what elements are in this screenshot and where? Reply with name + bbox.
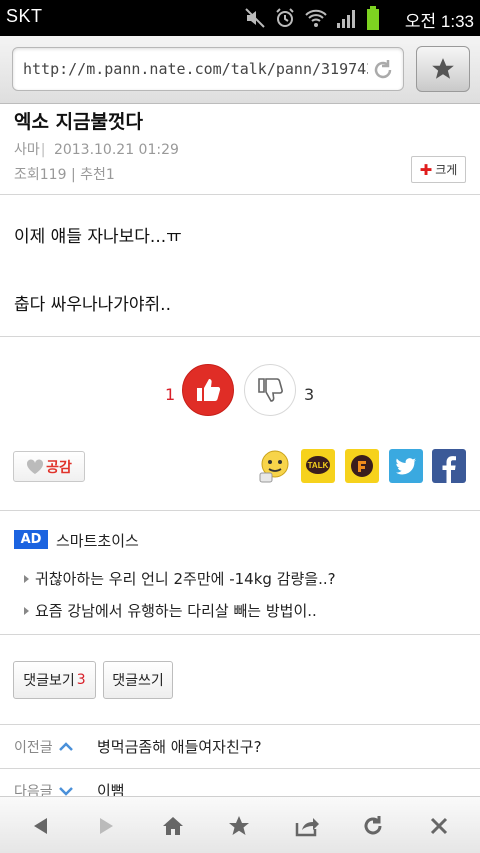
prev-post-title[interactable]: 병먹금좀해 애들여자친구? bbox=[97, 736, 262, 757]
facebook-share-button[interactable] bbox=[432, 449, 466, 483]
bookmark-button[interactable] bbox=[416, 46, 470, 92]
thumbs-down-icon bbox=[258, 378, 283, 402]
close-icon bbox=[430, 817, 448, 835]
heart-icon bbox=[27, 458, 44, 474]
plus-icon: ✚ bbox=[419, 160, 433, 179]
carrier-label: SKT bbox=[6, 6, 43, 26]
emoticon-share-icon bbox=[259, 450, 289, 483]
ad-link-2[interactable]: 요즘 강남에서 유행하는 다리살 빼는 방법이.. bbox=[24, 600, 317, 621]
bullet-arrow-icon bbox=[24, 606, 29, 615]
signal-icon bbox=[337, 10, 355, 28]
kakaotalk-share-button[interactable]: TALK bbox=[301, 449, 335, 483]
star-icon bbox=[229, 816, 249, 835]
views-count: 119 bbox=[39, 167, 67, 183]
sympathy-button[interactable]: 공감 bbox=[13, 451, 85, 482]
reload-button[interactable] bbox=[358, 811, 388, 841]
prev-post-label: 이전글 bbox=[14, 740, 53, 756]
author-name[interactable]: 사마 bbox=[14, 142, 40, 158]
ad-link-text[interactable]: 귀찮아하는 우리 언니 2주만에 -14kg 감량을..? bbox=[35, 568, 336, 589]
close-tab-button[interactable] bbox=[424, 811, 454, 841]
status-icons bbox=[244, 5, 380, 31]
ad-badge: AD bbox=[14, 530, 48, 549]
downvote-button[interactable] bbox=[244, 364, 296, 416]
back-button[interactable] bbox=[25, 811, 55, 841]
url-text[interactable]: http://m.pann.nate.com/talk/pann/3197432… bbox=[23, 60, 368, 78]
twitter-icon bbox=[389, 449, 423, 483]
views-label: 조회 bbox=[14, 167, 40, 183]
view-comments-label: 댓글보기 bbox=[23, 673, 75, 689]
thumbs-up-icon bbox=[197, 379, 221, 401]
ad-link-text[interactable]: 요즘 강남에서 유행하는 다리살 빼는 방법이.. bbox=[35, 600, 317, 621]
status-bar: SKT 오전 1:33 bbox=[0, 0, 480, 36]
prev-post-row[interactable]: 이전글 병먹금좀해 애들여자친구? bbox=[0, 724, 480, 768]
battery-icon bbox=[367, 6, 379, 30]
browser-address-bar: http://m.pann.nate.com/talk/pann/3197432… bbox=[0, 36, 480, 104]
kakaotalk-icon: TALK bbox=[301, 449, 335, 483]
kakaostory-share-button[interactable] bbox=[345, 449, 379, 483]
forward-button[interactable] bbox=[92, 811, 122, 841]
share-icon bbox=[295, 818, 319, 837]
browser-toolbar bbox=[0, 796, 480, 853]
divider bbox=[0, 510, 480, 511]
kakaostory-icon bbox=[345, 449, 379, 483]
bullet-arrow-icon bbox=[24, 574, 29, 583]
font-size-button[interactable]: ✚ 크게 bbox=[411, 156, 466, 183]
twitter-share-button[interactable] bbox=[389, 449, 423, 483]
bookmark-star-icon bbox=[432, 58, 454, 79]
bookmarks-button[interactable] bbox=[224, 811, 254, 841]
home-button[interactable] bbox=[158, 811, 188, 841]
forward-icon bbox=[100, 818, 113, 834]
divider bbox=[0, 336, 480, 337]
body-line-2: 춥다 싸우나나가야쥐.. bbox=[14, 295, 171, 315]
stats-separator: | bbox=[66, 167, 81, 183]
article-title: 엑소 지금불껏다 bbox=[14, 111, 143, 133]
font-size-label: 크게 bbox=[435, 163, 458, 177]
back-icon bbox=[34, 818, 47, 834]
write-comment-label: 댓글쓰기 bbox=[112, 673, 164, 689]
refresh-icon bbox=[364, 816, 382, 835]
refresh-icon[interactable] bbox=[371, 58, 395, 82]
write-comment-button[interactable]: 댓글쓰기 bbox=[103, 661, 173, 699]
divider bbox=[0, 194, 480, 195]
comment-count: 3 bbox=[76, 672, 86, 688]
sympathy-label: 공감 bbox=[46, 459, 72, 476]
upvote-button[interactable] bbox=[182, 364, 234, 416]
home-icon bbox=[163, 817, 183, 835]
body-line-1: 이제 얘들 자나보다...ㅠ bbox=[14, 227, 182, 247]
chevron-down-icon bbox=[58, 787, 73, 796]
alarm-icon bbox=[276, 8, 294, 27]
facebook-icon bbox=[432, 449, 466, 483]
clock: 오전 1:33 bbox=[404, 12, 474, 31]
view-comments-button[interactable]: 댓글보기 3 bbox=[13, 661, 96, 699]
recommend-label: 추천 bbox=[80, 167, 106, 183]
url-field[interactable]: http://m.pann.nate.com/talk/pann/3197432… bbox=[12, 47, 404, 91]
mute-icon bbox=[245, 8, 265, 28]
post-datetime: 2013.10.21 01:29 bbox=[53, 142, 179, 158]
upvote-count: 1 bbox=[165, 385, 176, 404]
downvote-count: 3 bbox=[304, 385, 315, 404]
share-button[interactable] bbox=[292, 811, 322, 841]
divider bbox=[0, 634, 480, 635]
svg-text:TALK: TALK bbox=[308, 461, 329, 470]
meta-separator: | bbox=[40, 142, 46, 158]
article-meta: 사마| 2013.10.21 01:29 bbox=[14, 139, 179, 159]
emoticon-share-button[interactable] bbox=[258, 449, 292, 483]
ad-link-1[interactable]: 귀찮아하는 우리 언니 2주만에 -14kg 감량을..? bbox=[24, 568, 336, 589]
article-stats: 조회119 | 추천1 bbox=[14, 164, 115, 184]
chevron-up-icon bbox=[58, 742, 73, 751]
wifi-icon bbox=[305, 9, 327, 27]
ad-title[interactable]: 스마트초이스 bbox=[56, 530, 139, 551]
recommend-count: 1 bbox=[105, 167, 115, 183]
prev-post-label-group: 이전글 bbox=[14, 737, 73, 757]
